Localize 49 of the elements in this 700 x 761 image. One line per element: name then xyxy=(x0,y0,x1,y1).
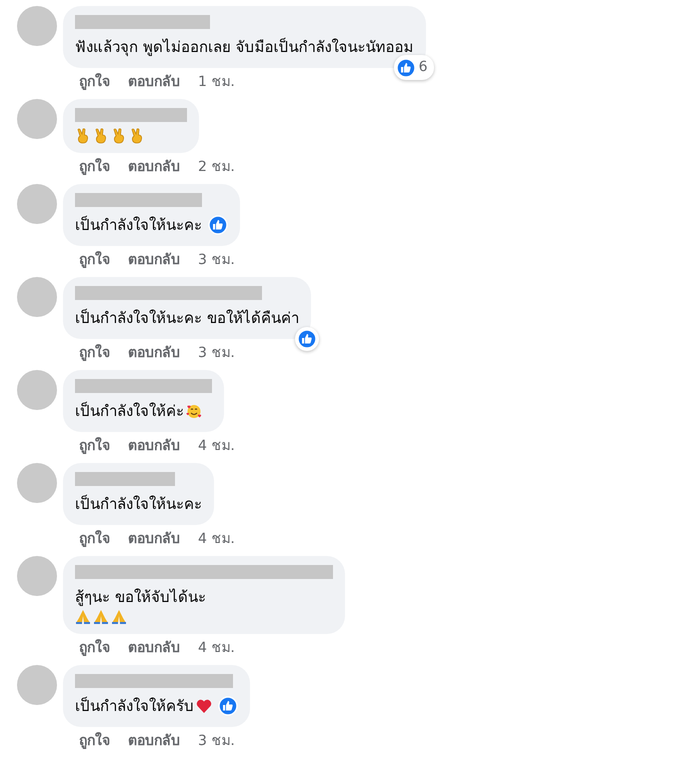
timestamp[interactable]: 3 ชม. xyxy=(198,343,235,364)
reply-link[interactable]: ตอบกลับ xyxy=(128,343,180,364)
avatar[interactable] xyxy=(17,6,57,46)
victory-hand-icon xyxy=(129,128,145,144)
praying-hands-icon xyxy=(75,609,91,625)
avatar[interactable] xyxy=(17,463,57,503)
comment-text: สู้ๆนะ ขอให้จับได้นะ xyxy=(75,587,206,608)
heart-icon xyxy=(196,698,212,714)
praying-hands-icon xyxy=(93,609,109,625)
avatar[interactable] xyxy=(17,370,57,410)
victory-hand-icon xyxy=(93,128,109,144)
smiling-face-hearts-icon xyxy=(186,403,202,419)
timestamp[interactable]: 3 ชม. xyxy=(198,250,235,271)
comment-text: เป็นกำลังใจให้นะคะ ขอให้ได้คืนค่า xyxy=(75,308,299,329)
timestamp[interactable]: 4 ชม. xyxy=(198,638,235,659)
avatar[interactable] xyxy=(17,99,57,139)
reply-link[interactable]: ตอบกลับ xyxy=(128,250,180,271)
like-link[interactable]: ถูกใจ xyxy=(79,638,110,659)
reply-link[interactable]: ตอบกลับ xyxy=(128,638,180,659)
comment-text: เป็นกำลังใจให้นะคะ xyxy=(75,214,202,236)
timestamp[interactable]: 4 ชม. xyxy=(198,436,235,457)
victory-hand-icon xyxy=(75,128,91,144)
avatar[interactable] xyxy=(17,277,57,317)
like-link[interactable]: ถูกใจ xyxy=(79,250,110,271)
like-link[interactable]: ถูกใจ xyxy=(79,157,110,178)
avatar[interactable] xyxy=(17,184,57,224)
reaction-badge[interactable]: 6 xyxy=(394,55,434,80)
reply-link[interactable]: ตอบกลับ xyxy=(128,72,180,93)
reply-link[interactable]: ตอบกลับ xyxy=(128,157,180,178)
like-link[interactable]: ถูกใจ xyxy=(79,731,110,752)
timestamp[interactable]: 4 ชม. xyxy=(198,529,235,550)
timestamp[interactable]: 2 ชม. xyxy=(198,157,235,178)
like-link[interactable]: ถูกใจ xyxy=(79,436,110,457)
like-link[interactable]: ถูกใจ xyxy=(79,529,110,550)
reaction-count: 6 xyxy=(418,58,429,77)
praying-hands-icon xyxy=(111,609,127,625)
avatar[interactable] xyxy=(17,556,57,596)
like-link[interactable]: ถูกใจ xyxy=(79,72,110,93)
reply-link[interactable]: ตอบกลับ xyxy=(128,436,180,457)
like-link[interactable]: ถูกใจ xyxy=(79,343,110,364)
avatar[interactable] xyxy=(17,665,57,705)
comment-text: เป็นกำลังใจให้ครับ xyxy=(75,696,194,717)
reply-link[interactable]: ตอบกลับ xyxy=(128,529,180,550)
victory-hand-icon xyxy=(111,128,127,144)
reply-link[interactable]: ตอบกลับ xyxy=(128,731,180,752)
comment-text: เป็นกำลังใจให้นะคะ xyxy=(75,494,202,515)
timestamp[interactable]: 1 ชม. xyxy=(198,72,235,93)
comment-text: เป็นกำลังใจให้ค่ะ xyxy=(75,400,184,422)
timestamp[interactable]: 3 ชม. xyxy=(198,731,235,752)
